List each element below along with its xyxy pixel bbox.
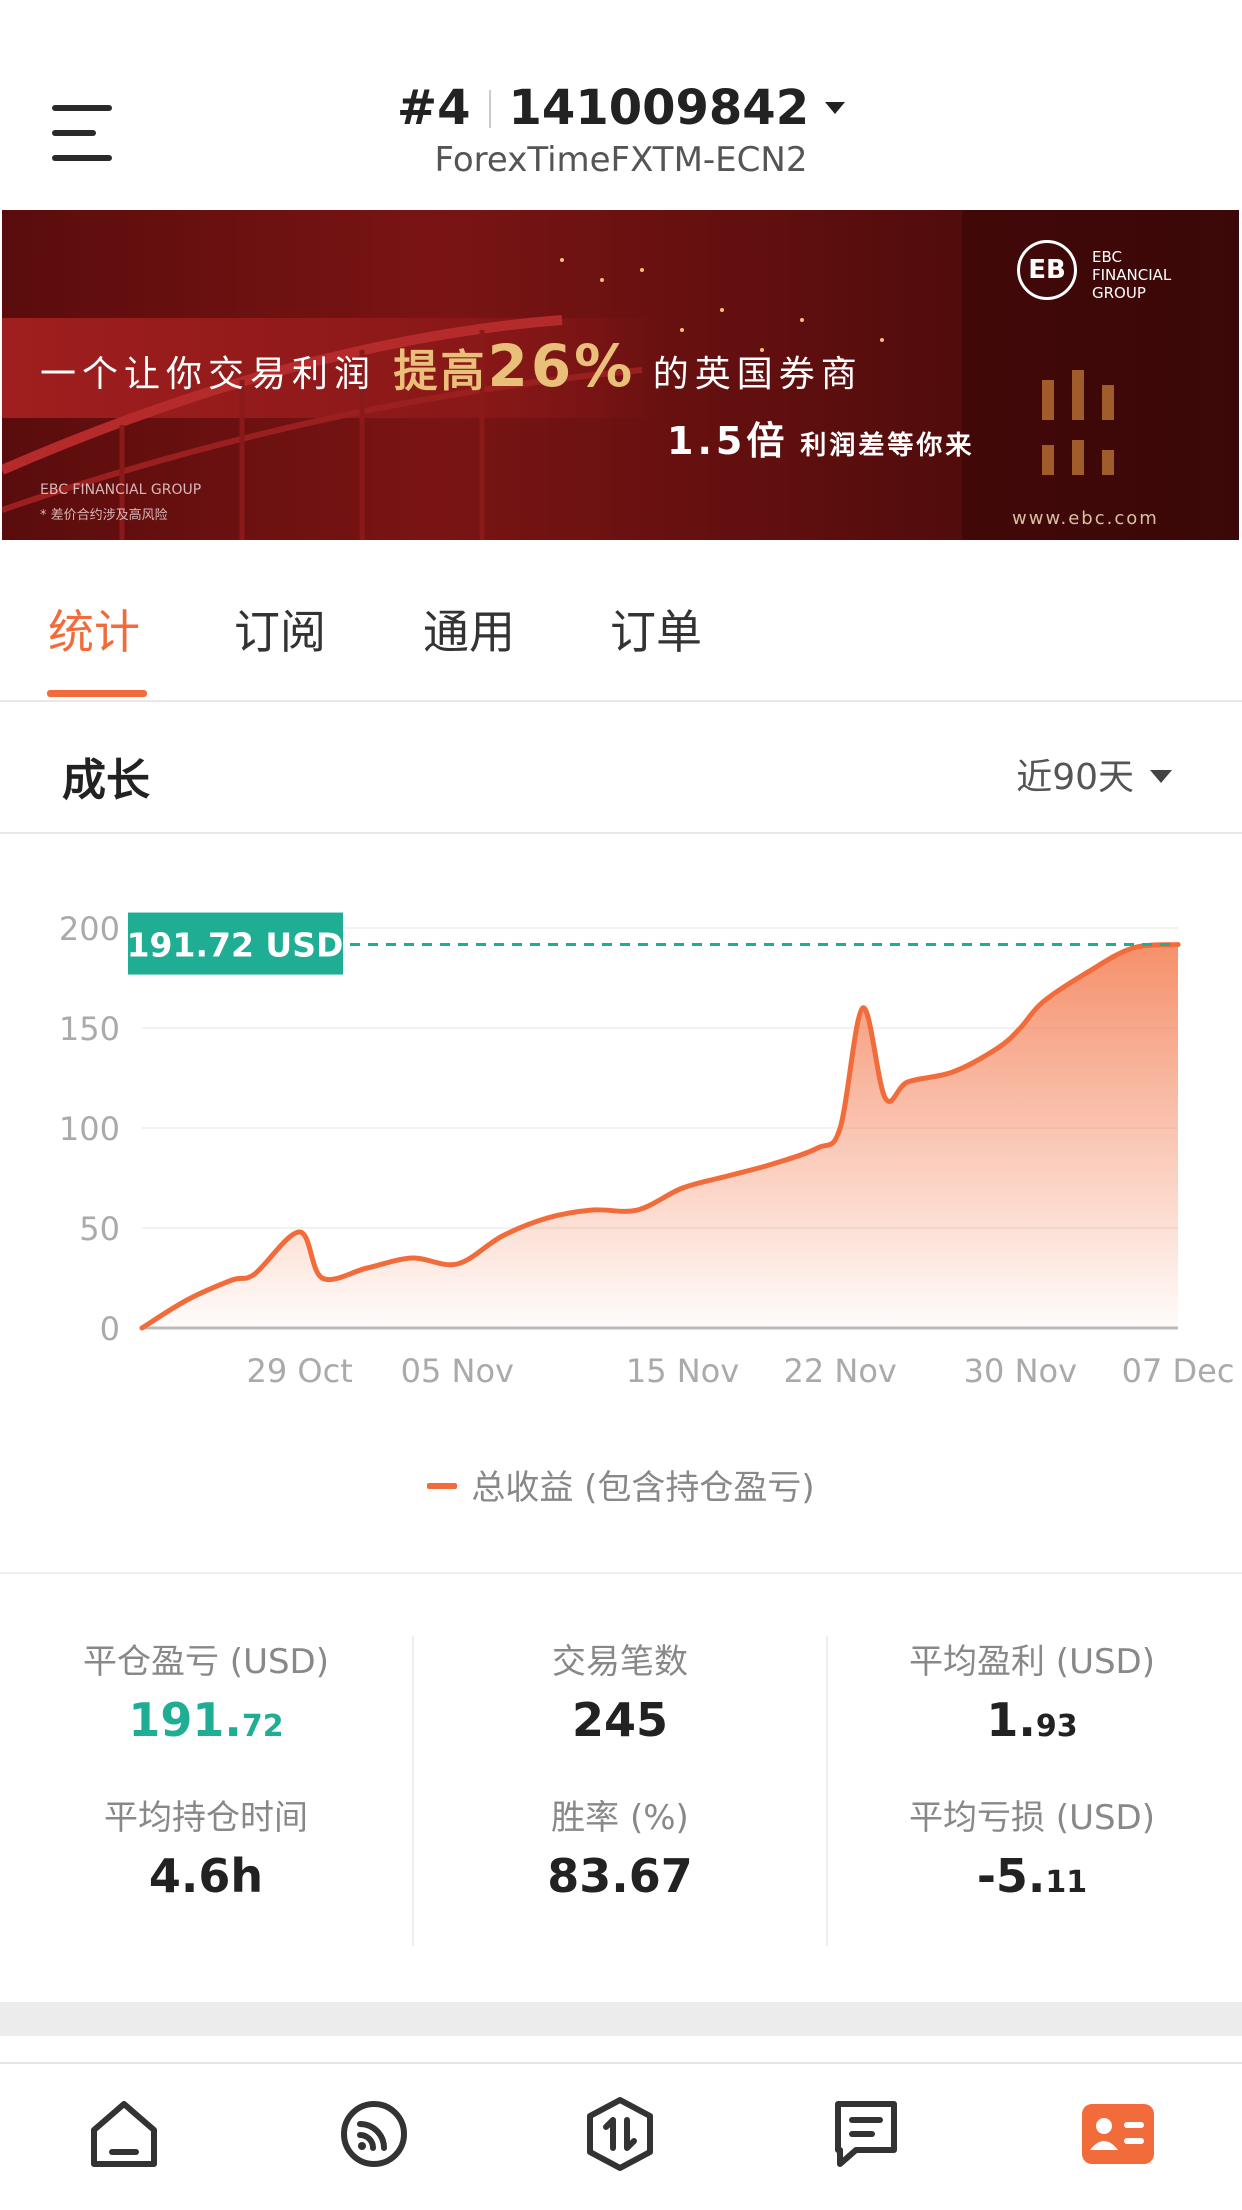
home-icon[interactable] [84,2094,164,2174]
x-tick-label: 29 Oct [247,1352,353,1390]
value-int: -5. [976,1849,1046,1903]
stat-label: 平均盈利 (USD) [909,1642,1155,1682]
divider [412,1636,414,1946]
stat-label: 平均持仓时间 [104,1798,308,1838]
stat-closed-pl: 平仓盈亏 (USD) 191.72 [16,1634,396,1747]
y-tick-label: 100 [59,1110,120,1148]
headline-pre: 一个让你交易利润 [40,354,377,395]
tab-bar: 统计 订阅 通用 订单 [0,540,1242,702]
x-tick-label: 30 Nov [964,1352,1077,1390]
chevron-down-icon [825,102,846,114]
series-area [142,944,1178,1328]
sub-number: 1.5倍 [667,419,789,463]
x-tick-label: 22 Nov [784,1352,897,1390]
banner-url: www.ebc.com [1012,508,1159,529]
value-marker: 191.72 USD [127,912,1178,975]
stat-value: 1.93 [842,1693,1222,1747]
separator [488,90,491,128]
tab-orders[interactable]: 订单 [610,596,702,662]
range-dropdown[interactable]: 近90天 [1016,748,1172,800]
chart-plot [139,942,1181,1331]
growth-section-header: 成长 近90天 [0,702,1242,834]
stat-value: -5.11 [842,1849,1222,1903]
ebc-logo: EB [1017,240,1077,300]
y-tick-label: 150 [59,1010,120,1048]
value-dec: 72 [241,1709,284,1744]
headline-percent: 26% [487,332,636,400]
value-int: 1. [986,1693,1036,1747]
stat-win-rate: 胜率 (%) 83.67 [430,1790,810,1903]
stat-label: 胜率 (%) [551,1798,689,1838]
chevron-down-icon [1150,770,1172,783]
tab-subscriptions[interactable]: 订阅 [234,596,326,662]
ad-banner[interactable]: EB EBC FINANCIAL GROUP 一个让你交易利润 提高26% 的英… [2,210,1239,540]
marker-label: 191.72 USD [127,926,344,965]
divider [826,1636,828,1946]
server-name: ForexTimeFXTM-ECN2 [434,140,808,180]
headline-post: 的英国券商 [652,354,863,395]
bottom-nav [0,2062,1242,2210]
banner-subline: 1.5倍 利润差等你来 [667,410,974,465]
legend-label: 总收益 (包含持仓盈亏) [471,1468,815,1508]
section-title: 成长 [62,755,150,806]
banner-risk-note: * 差价合约涉及高风险 [40,508,168,523]
banner-headline: 一个让你交易利润 提高26% 的英国券商 [40,332,863,400]
brand-name: EBC FINANCIAL GROUP [1092,248,1172,302]
stat-label: 平均亏损 (USD) [909,1798,1155,1838]
stat-label: 交易笔数 [552,1642,688,1682]
headline-highlight: 提高 [393,346,488,397]
stat-value: 245 [571,1693,669,1747]
stat-avg-loss: 平均亏损 (USD) -5.11 [842,1790,1222,1903]
feed-icon[interactable] [334,2094,414,2174]
stats-grid: 平仓盈亏 (USD) 191.72 交易笔数 245 平均盈利 (USD) 1.… [0,1572,1242,2004]
value-dec: 11 [1045,1865,1088,1900]
account-number: 141009842 [508,80,810,136]
account-index: #4 [396,80,471,136]
stat-avg-hold-time: 平均持仓时间 4.6h [16,1790,396,1903]
chart-legend: 总收益 (包含持仓盈亏) [0,1460,1242,1509]
trade-icon[interactable] [580,2094,660,2174]
value-dec: 93 [1035,1709,1078,1744]
app-header: #4 141009842 ForexTimeFXTM-ECN2 [0,0,1242,210]
active-tab-indicator [47,690,147,697]
sub-text: 利润差等你来 [800,431,975,461]
message-icon[interactable] [826,2094,906,2174]
section-spacer [0,2002,1242,2036]
stat-value: 4.6h [148,1849,264,1903]
y-tick-label: 0 [100,1310,120,1348]
stat-avg-profit: 平均盈利 (USD) 1.93 [842,1634,1222,1747]
legend-swatch [427,1483,458,1489]
x-axis: 29 Oct 05 Nov 15 Nov 22 Nov 30 Nov 07 Dec [247,1352,1235,1390]
value-int: 191. [128,1693,242,1747]
x-tick-label: 07 Dec [1122,1352,1235,1390]
stat-value: 191.72 [16,1693,396,1747]
y-axis: 0 50 100 150 200 [59,910,120,1348]
tab-general[interactable]: 通用 [423,596,515,662]
profile-card-icon[interactable] [1078,2094,1158,2174]
y-tick-label: 50 [79,1210,120,1248]
stat-value: 83.67 [547,1849,693,1903]
x-tick-label: 05 Nov [401,1352,514,1390]
tab-statistics[interactable]: 统计 [48,596,140,662]
stat-label: 平仓盈亏 (USD) [83,1642,329,1682]
range-label: 近90天 [1016,757,1134,798]
stat-trade-count: 交易笔数 245 [430,1634,810,1747]
y-tick-label: 200 [59,910,120,948]
banner-footer-brand: EBC FINANCIAL GROUP [40,482,202,498]
account-selector[interactable]: #4 141009842 [0,80,1242,136]
x-tick-label: 15 Nov [626,1352,739,1390]
